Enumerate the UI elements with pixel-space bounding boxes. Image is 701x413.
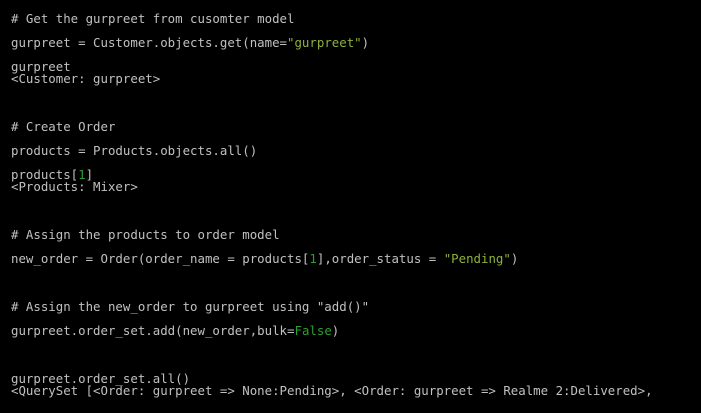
output-line: <Customer: gurpreet>	[11, 71, 161, 86]
output-line: <Products: Mixer>	[11, 179, 138, 194]
code-text: gurpreet.order_set.add(new_order,bulk=	[11, 323, 295, 338]
string-literal: "Pending"	[443, 251, 511, 266]
string-literal: "gurpreet"	[287, 35, 362, 50]
code-text: )	[510, 251, 519, 266]
code-line: gurpreet = Customer.objects.get(name="gu…	[11, 35, 370, 50]
keyword-literal: False	[294, 323, 332, 338]
code-text: )	[361, 35, 370, 50]
code-line: gurpreet.order_set.add(new_order,bulk=Fa…	[11, 323, 340, 338]
code-line: new_order = Order(order_name = products[…	[11, 251, 519, 266]
code-line: products = Products.objects.all()	[11, 143, 258, 158]
terminal-window[interactable]: # Get the gurpreet from cusomter model g…	[0, 0, 701, 413]
code-text: ],order_status =	[316, 251, 444, 266]
code-text: new_order = Order(order_name = products[	[11, 251, 310, 266]
comment-line: # Assign the new_order to gurpreet using…	[11, 299, 370, 314]
code-text: gurpreet = Customer.objects.get(name=	[11, 35, 288, 50]
comment-line: # Get the gurpreet from cusomter model	[11, 11, 295, 26]
output-line: <QuerySet [<Order: gurpreet => None:Pend…	[11, 383, 653, 398]
comment-line: # Assign the products to order model	[11, 227, 280, 242]
code-text: )	[331, 323, 340, 338]
number-literal: 1	[309, 251, 317, 266]
comment-line: # Create Order	[11, 119, 116, 134]
